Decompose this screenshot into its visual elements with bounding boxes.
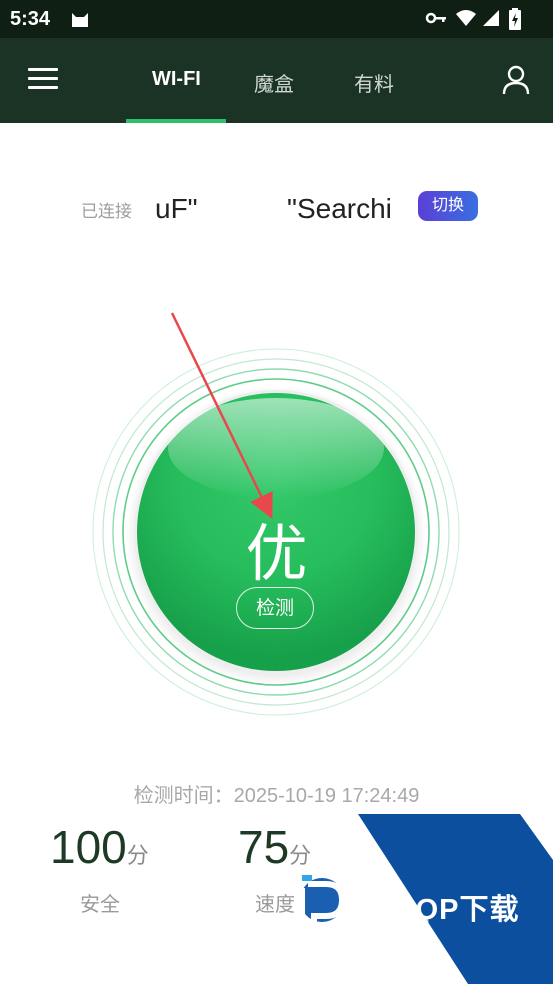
tab-wifi[interactable]: WI-FI bbox=[152, 68, 201, 91]
ssid-primary: uF" bbox=[155, 193, 198, 224]
ball-gloss bbox=[168, 398, 384, 498]
cat-notification-icon bbox=[72, 13, 88, 27]
tab-content[interactable]: 有料 bbox=[354, 68, 394, 97]
switch-network-button[interactable]: 切换 bbox=[418, 191, 478, 221]
speed-label: 速度 bbox=[255, 894, 295, 916]
watermark-sub: PCPOP Download bbox=[355, 916, 429, 926]
tab-indicator bbox=[126, 119, 226, 123]
security-label: 安全 bbox=[80, 894, 120, 916]
battery-charging-icon bbox=[509, 8, 521, 30]
menu-button[interactable] bbox=[28, 68, 58, 92]
hamburger-icon bbox=[28, 68, 58, 71]
wifi-signal-icon bbox=[456, 10, 476, 26]
cell-signal-icon bbox=[483, 10, 499, 26]
status-bar: 5:34 bbox=[0, 0, 553, 38]
ssid-secondary: "Searchi bbox=[287, 193, 392, 224]
status-icons bbox=[425, 8, 535, 30]
status-time: 5:34 bbox=[10, 8, 51, 30]
grade-label: 优 bbox=[245, 520, 308, 589]
connection-row: 已连接 uF" "Searchi 切换 bbox=[0, 185, 553, 235]
security-score: 100分 bbox=[50, 821, 149, 873]
check-time: 检测时间：2025-10-19 17:24:49 bbox=[133, 785, 420, 807]
app-bar: WI-FI 魔盒 有料 bbox=[0, 38, 553, 123]
profile-icon[interactable] bbox=[501, 64, 531, 96]
vpn-key-icon bbox=[425, 12, 446, 24]
connected-label: 已连接 bbox=[81, 202, 132, 221]
tab-magic-box[interactable]: 魔盒 bbox=[254, 68, 294, 97]
speed-score: 75分 bbox=[238, 821, 312, 873]
check-button[interactable]: 检测 bbox=[236, 587, 314, 629]
